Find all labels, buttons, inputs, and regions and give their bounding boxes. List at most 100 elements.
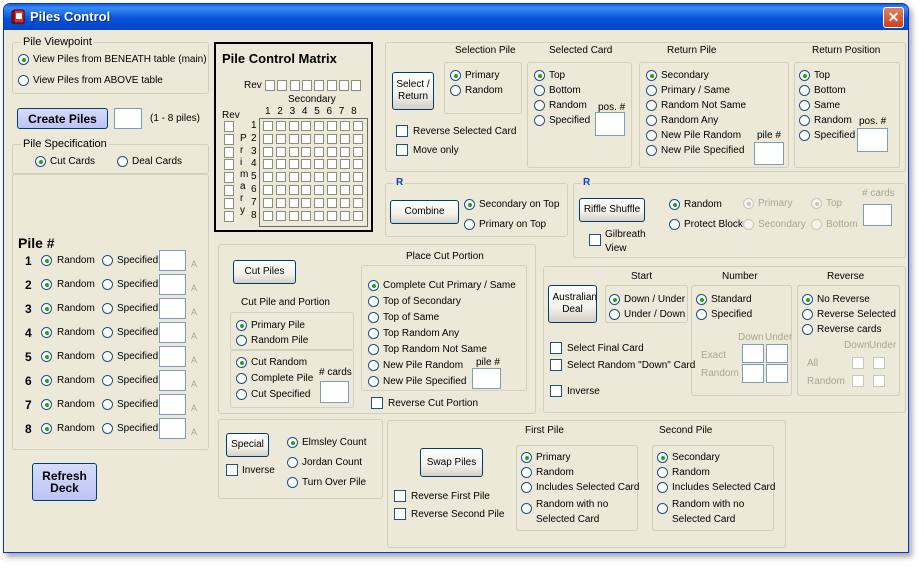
reverse-second-checkbox[interactable]	[394, 508, 406, 520]
matrix-cell[interactable]	[352, 197, 363, 208]
view-above-radio[interactable]	[18, 75, 29, 86]
matrix-cell[interactable]	[314, 133, 325, 144]
matrix-cell[interactable]	[352, 159, 363, 170]
matrix-cell[interactable]	[327, 197, 337, 208]
matrix-cell[interactable]	[288, 172, 299, 183]
refresh-deck-button[interactable]: Refresh Deck	[32, 463, 97, 501]
rev-top-checkbox[interactable]	[326, 80, 337, 91]
matrix-cell[interactable]	[301, 159, 312, 170]
return-pile-radio-2[interactable]	[646, 85, 657, 96]
matrix-cell[interactable]	[288, 210, 299, 221]
rev-side-checkbox[interactable]	[224, 185, 234, 196]
matrix-cell[interactable]	[263, 146, 273, 157]
pile-spec-input[interactable]	[159, 418, 186, 439]
matrix-cell[interactable]	[339, 133, 350, 144]
cut-pile-radio-2[interactable]	[236, 335, 247, 346]
matrix-cell[interactable]	[327, 172, 337, 183]
exact-down-input[interactable]	[742, 344, 764, 363]
matrix-cell[interactable]	[339, 121, 350, 131]
selected-card-radio-1[interactable]	[534, 70, 545, 81]
return-position-radio-5[interactable]	[799, 130, 810, 141]
exact-under-input[interactable]	[766, 344, 788, 363]
return-position-radio-2[interactable]	[799, 85, 810, 96]
rev-all-under-checkbox[interactable]	[873, 357, 885, 369]
first-pile-radio-4[interactable]	[521, 503, 532, 514]
cut-portion-radio-1[interactable]	[236, 357, 247, 368]
matrix-cell[interactable]	[352, 133, 363, 144]
rev-random-down-checkbox[interactable]	[852, 375, 864, 387]
matrix-cell[interactable]	[327, 146, 337, 157]
reverse-selected-checkbox[interactable]	[396, 125, 408, 137]
pile-random-radio[interactable]	[41, 303, 52, 314]
matrix-cell[interactable]	[288, 133, 299, 144]
pile-spec-input[interactable]	[159, 250, 186, 271]
primary-on-top-radio[interactable]	[464, 219, 475, 230]
start-radio-2[interactable]	[609, 309, 620, 320]
riffle-top-radio[interactable]	[811, 198, 822, 209]
matrix-cell[interactable]	[288, 185, 299, 195]
matrix-cell[interactable]	[301, 146, 312, 157]
second-pile-radio-4[interactable]	[657, 503, 668, 514]
matrix-cell[interactable]	[314, 185, 325, 195]
deal-cards-radio[interactable]	[117, 156, 128, 167]
matrix-cell[interactable]	[339, 172, 350, 183]
matrix-cell[interactable]	[301, 185, 312, 195]
pile-random-radio[interactable]	[41, 423, 52, 434]
matrix-cell[interactable]	[339, 185, 350, 195]
place-cut-radio-3[interactable]	[368, 312, 379, 323]
cut-cards-radio[interactable]	[35, 156, 46, 167]
matrix-cell[interactable]	[314, 146, 325, 157]
riffle-shuffle-button[interactable]: Riffle Shuffle	[579, 198, 645, 222]
return-position-radio-4[interactable]	[799, 115, 810, 126]
special-button[interactable]: Special	[226, 433, 269, 457]
pile-random-radio[interactable]	[41, 375, 52, 386]
matrix-cell[interactable]	[327, 133, 337, 144]
cut-pile-radio-1[interactable]	[236, 320, 247, 331]
number-radio-2[interactable]	[696, 309, 707, 320]
pile-specified-radio[interactable]	[102, 255, 113, 266]
special-inverse-checkbox[interactable]	[226, 464, 238, 476]
matrix-cell[interactable]	[339, 210, 350, 221]
matrix-cell[interactable]	[263, 185, 273, 195]
rev-top-checkbox[interactable]	[351, 80, 362, 91]
matrix-cell[interactable]	[301, 133, 312, 144]
riffle-primary-radio[interactable]	[743, 198, 754, 209]
return-pile-input[interactable]	[754, 142, 784, 165]
matrix-cell[interactable]	[288, 146, 299, 157]
matrix-cell[interactable]	[275, 159, 286, 170]
matrix-cell[interactable]	[263, 210, 273, 221]
second-pile-radio-1[interactable]	[657, 452, 668, 463]
select-random-down-checkbox[interactable]	[550, 359, 562, 371]
reverse-radio-3[interactable]	[802, 324, 813, 335]
matrix-cell[interactable]	[288, 159, 299, 170]
return-position-radio-3[interactable]	[799, 100, 810, 111]
rev-all-down-checkbox[interactable]	[852, 357, 864, 369]
matrix-cell[interactable]	[352, 185, 363, 195]
cut-piles-button[interactable]: Cut Piles	[233, 260, 296, 284]
matrix-cell[interactable]	[263, 133, 273, 144]
matrix-cell[interactable]	[352, 172, 363, 183]
view-beneath-radio[interactable]	[18, 54, 29, 65]
rev-side-checkbox[interactable]	[224, 146, 234, 158]
place-cut-radio-2[interactable]	[368, 296, 379, 307]
australian-deal-button[interactable]: Australian Deal	[548, 285, 597, 323]
rev-side-checkbox[interactable]	[224, 172, 234, 184]
rev-top-checkbox[interactable]	[301, 80, 312, 91]
cut-portion-radio-3[interactable]	[236, 389, 247, 400]
australian-inverse-checkbox[interactable]	[550, 385, 562, 397]
special-radio-3[interactable]	[287, 477, 298, 488]
matrix-cell[interactable]	[263, 159, 273, 170]
pile-specified-radio[interactable]	[102, 399, 113, 410]
first-pile-radio-2[interactable]	[521, 467, 532, 478]
return-pile-radio-4[interactable]	[646, 115, 657, 126]
second-pile-radio-2[interactable]	[657, 467, 668, 478]
matrix-cell[interactable]	[352, 146, 363, 157]
rev-random-under-checkbox[interactable]	[873, 375, 885, 387]
protect-block-radio[interactable]	[669, 219, 680, 230]
rev-top-checkbox[interactable]	[277, 80, 288, 91]
return-pile-radio-5[interactable]	[646, 130, 657, 141]
riffle-secondary-radio[interactable]	[743, 219, 754, 230]
pile-random-radio[interactable]	[41, 399, 52, 410]
matrix-cell[interactable]	[339, 197, 350, 208]
title-bar[interactable]: Piles Control ✕	[4, 4, 908, 30]
